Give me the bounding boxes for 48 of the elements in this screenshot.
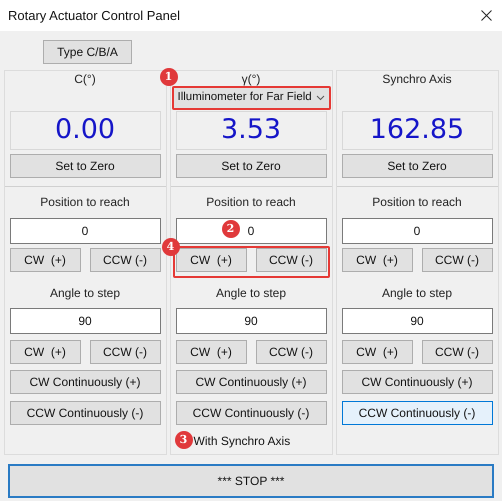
field-label: Angle to step xyxy=(214,286,288,300)
rotate-button[interactable]: CW (+) xyxy=(342,248,412,272)
input-field[interactable]: 90 xyxy=(10,308,160,334)
rotate-button[interactable]: CW (+) xyxy=(10,248,80,272)
column-header: C(°) xyxy=(73,72,97,86)
set-zero-button[interactable]: Set to Zero xyxy=(342,154,492,178)
value-display: 162.85 xyxy=(342,111,492,150)
continuous-button[interactable]: CCW Continuously (-) xyxy=(10,401,160,425)
rotate-button[interactable]: CW (+) xyxy=(176,248,246,272)
rotate-button[interactable]: CCW (-) xyxy=(90,340,160,364)
stop-button[interactable]: *** STOP *** xyxy=(8,464,494,498)
number-badge: 4 xyxy=(162,238,180,256)
chevron-icon xyxy=(316,95,324,101)
type-button[interactable]: Type C/B/A xyxy=(43,40,132,64)
continuous-button[interactable]: CW Continuously (+) xyxy=(176,370,326,394)
field-label: Angle to step xyxy=(380,286,454,300)
continuous-button[interactable]: CCW Continuously (-) xyxy=(342,401,492,425)
rotate-button[interactable]: CW (+) xyxy=(176,340,246,364)
close-icon[interactable] xyxy=(481,10,492,21)
column-header: Synchro Axis xyxy=(381,72,453,86)
field-label: Position to reach xyxy=(205,195,297,209)
set-zero-button[interactable]: Set to Zero xyxy=(10,154,160,178)
column-header: γ(°) xyxy=(240,72,262,86)
rotate-button[interactable]: CW (+) xyxy=(10,340,80,364)
set-zero-button[interactable]: Set to Zero xyxy=(176,154,326,178)
input-field[interactable]: 0 xyxy=(342,218,492,244)
rotate-button[interactable]: CW (+) xyxy=(342,340,412,364)
input-field[interactable]: 90 xyxy=(176,308,326,334)
field-label: Angle to step xyxy=(48,286,122,300)
rotate-button[interactable]: CCW (-) xyxy=(256,340,326,364)
input-field[interactable]: 90 xyxy=(342,308,492,334)
checkbox-label: With Synchro Axis xyxy=(194,433,290,450)
value-display: 0.00 xyxy=(10,111,160,150)
field-label: Position to reach xyxy=(39,195,131,209)
dropdown[interactable]: Illuminometer for Far Field xyxy=(172,86,330,110)
input-field[interactable]: 0 xyxy=(10,218,160,244)
field-label: Position to reach xyxy=(371,195,463,209)
rotate-button[interactable]: CCW (-) xyxy=(422,340,492,364)
rotate-button[interactable]: CCW (-) xyxy=(90,248,160,272)
continuous-button[interactable]: CW Continuously (+) xyxy=(342,370,492,394)
window-title: Rotary Actuator Control Panel xyxy=(8,6,180,25)
continuous-button[interactable]: CW Continuously (+) xyxy=(10,370,160,394)
continuous-button[interactable]: CCW Continuously (-) xyxy=(176,401,326,425)
number-badge: 1 xyxy=(160,68,178,86)
number-badge: 3 xyxy=(174,431,192,449)
rotate-button[interactable]: CCW (-) xyxy=(256,248,326,272)
value-display: 3.53 xyxy=(176,111,326,150)
rotate-button[interactable]: CCW (-) xyxy=(422,248,492,272)
